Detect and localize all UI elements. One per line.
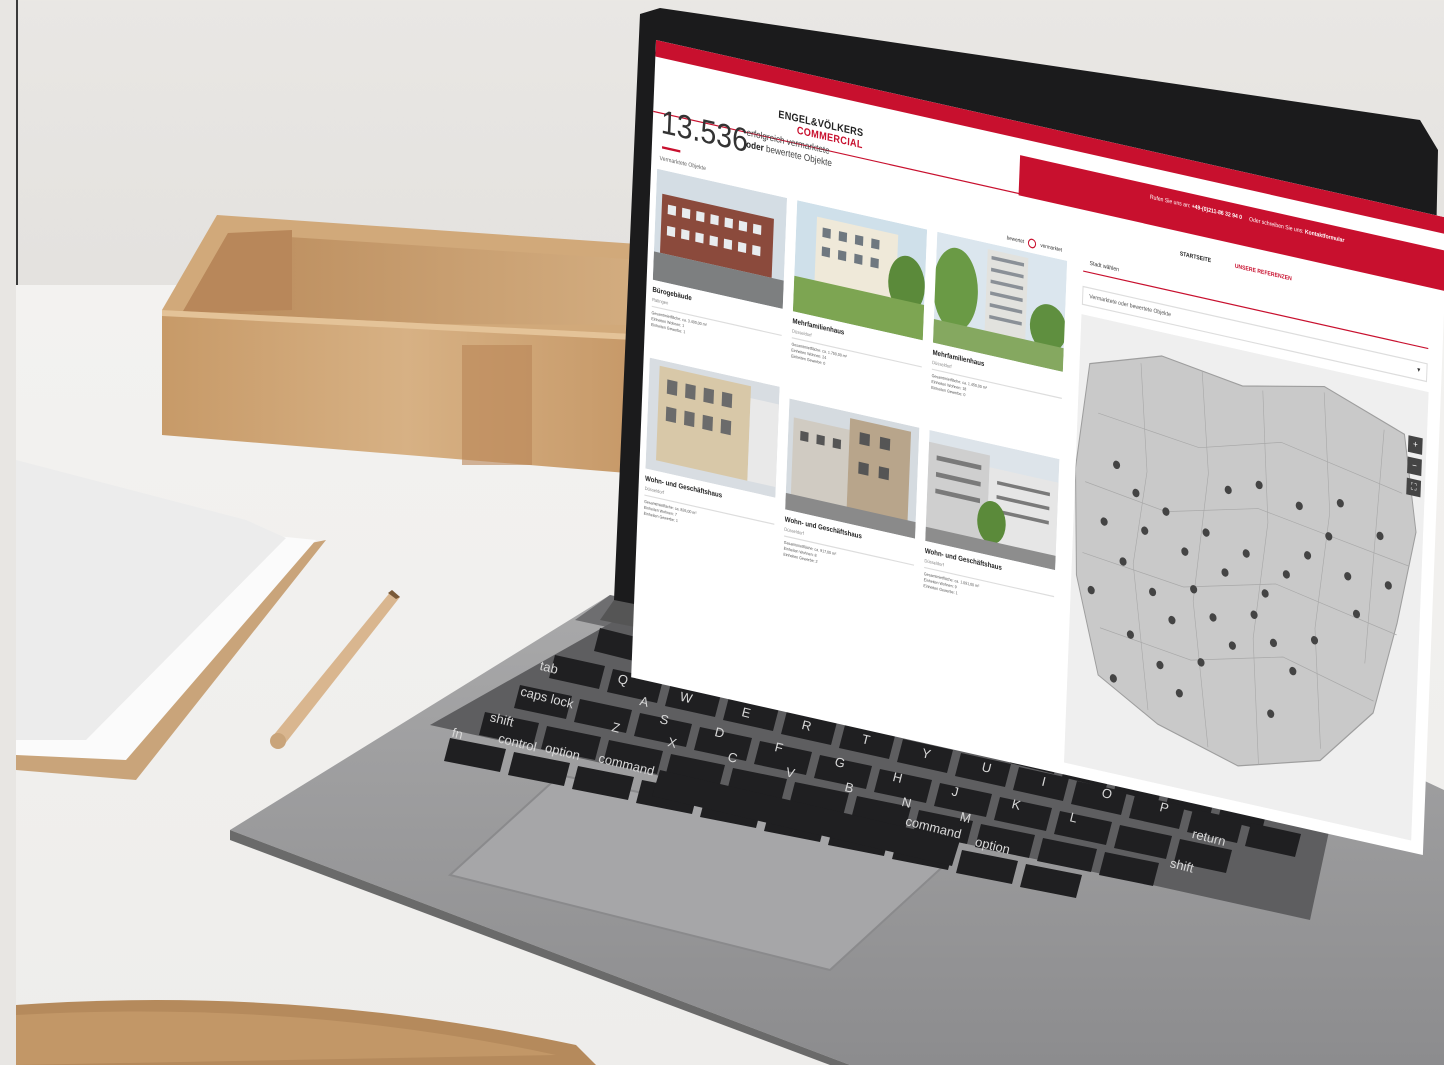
fullscreen-button[interactable]: ⛶: [1406, 477, 1422, 498]
property-cards: Bürogebäude Ratingen Gesamtmietfläche: c…: [637, 168, 1073, 782]
keyboard-key: [1037, 838, 1097, 872]
keyboard-key: [549, 655, 605, 689]
keyboard-key: [874, 769, 932, 803]
keyboard-key: [1020, 864, 1082, 898]
keyboard-key: [814, 755, 872, 789]
toggle-right-label: vermarktet: [1040, 242, 1063, 253]
property-photo: [785, 398, 920, 539]
keyboard-key: [956, 850, 1018, 884]
filter-select-value: Vermarktete oder bewertete Objekte: [1089, 293, 1172, 319]
property-card[interactable]: Mehrfamilienhaus Düsseldorf Gesamtmietfl…: [791, 200, 928, 388]
property-photo: [645, 357, 780, 498]
property-photo: [932, 231, 1068, 372]
keyboard-key: [541, 726, 601, 760]
nav-home[interactable]: STARTSEITE: [1180, 251, 1211, 265]
property-card[interactable]: Mehrfamilienhaus Düsseldorf Gesamtmietfl…: [931, 231, 1068, 420]
keyboard-key: [975, 824, 1035, 858]
keyboard-key: [514, 685, 572, 719]
property-card[interactable]: Bürogebäude Ratingen Gesamtmietfläche: c…: [651, 168, 788, 357]
toggle-switch[interactable]: [1028, 237, 1037, 250]
keyboard-key: [1099, 852, 1159, 886]
zoom-out-button[interactable]: −: [1407, 456, 1422, 477]
keyboard-key: [479, 712, 539, 746]
property-photo: [792, 200, 928, 341]
property-card[interactable]: Wohn- und Geschäftshaus Düsseldorf Gesam…: [923, 429, 1060, 618]
keyboard-key: [444, 738, 506, 772]
map-panel: Stadt wählen Vermarktete oder bewertete …: [1064, 255, 1439, 854]
property-photo: [652, 168, 788, 309]
keyboard-key: [1245, 823, 1301, 857]
keyboard-key: [934, 783, 992, 817]
keyboard-key: [603, 740, 663, 774]
chevron-down-icon: ▾: [1417, 366, 1421, 375]
property-photo: [925, 429, 1060, 571]
keyboard-key: [1174, 839, 1232, 873]
zoom-in-button[interactable]: +: [1407, 435, 1423, 455]
keyboard-key: [1114, 825, 1172, 859]
count-underline: [662, 146, 681, 153]
keyboard-key: [634, 713, 692, 747]
property-card[interactable]: Wohn- und Geschäftshaus Düsseldorf Gesam…: [644, 357, 780, 546]
region-map[interactable]: + − ⛶: [1064, 314, 1429, 841]
keyboard-key: [754, 741, 812, 775]
property-card[interactable]: Wohn- und Geschäftshaus Düsseldorf Gesam…: [783, 398, 920, 587]
keyboard-key: [1054, 811, 1112, 845]
nav-references[interactable]: UNSERE REFERENZEN: [1235, 263, 1292, 283]
keyboard-key: [994, 797, 1052, 831]
keyboard-key: [694, 727, 752, 761]
keyboard-key: [508, 752, 570, 786]
keyboard-key: [574, 699, 632, 733]
keyboard-key: [572, 766, 634, 800]
toggle-left-label: bewertet: [1006, 234, 1025, 245]
